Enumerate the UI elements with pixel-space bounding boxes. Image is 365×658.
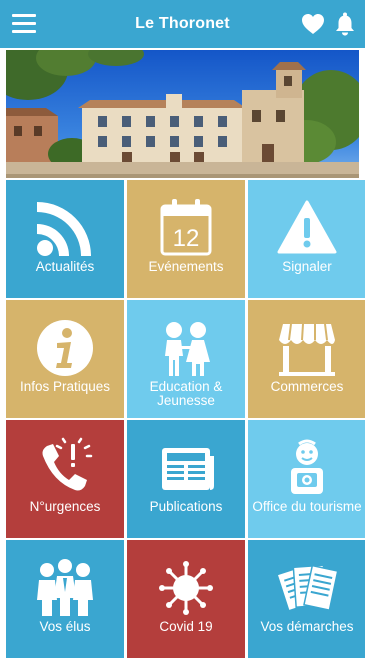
tile-label: Evénements [148,259,224,274]
emergency-phone-icon [42,437,93,491]
tile-evenements[interactable]: 12 Evénements [127,180,245,298]
menu-grid: Actualités 12 Evénements Signaler Infos … [6,180,365,658]
tile-label: Actualités [35,259,95,274]
hero-town-hall-photo [6,50,359,178]
virus-icon [159,561,213,615]
documents-icon [276,564,339,612]
tile-signaler[interactable]: Signaler [248,180,365,298]
tile-office-du-tourisme[interactable]: Office du tourisme [248,420,365,538]
tile-infos-pratiques[interactable]: Infos Pratiques [6,300,124,418]
warning-icon [277,200,337,254]
calendar-icon: 12 [160,199,212,256]
page-title: Le Thoronet [135,15,230,32]
tile-label: Publications [149,499,223,514]
tile-label: Office du tourisme [252,499,362,514]
tile-publications[interactable]: Publications [127,420,245,538]
tile-urgences[interactable]: N°urgences [6,420,124,538]
hamburger-menu-icon[interactable] [12,14,36,34]
top-bar: Le Thoronet [0,0,365,48]
tourist-icon [291,439,323,494]
app-screen: Le Thoronet Actualités 12 Evénements Sig… [0,0,365,658]
tile-label: Vos démarches [260,619,354,634]
children-icon [165,322,210,376]
newspaper-icon [162,448,214,490]
shop-icon [279,323,335,376]
calendar-day: 12 [173,225,200,252]
tile-label: Vos élus [39,619,91,634]
heart-icon[interactable] [301,13,325,35]
tile-label: N°urgences [29,499,101,514]
tile-commerces[interactable]: Commerces [248,300,365,418]
tile-label: Commerces [270,379,344,394]
elected-officials-icon [37,559,93,616]
tile-label: Infos Pratiques [19,379,111,394]
tile-vos-elus[interactable]: Vos élus [6,540,124,658]
bell-icon[interactable] [334,12,356,36]
tile-label: Signaler [282,259,332,274]
tile-covid-19[interactable]: Covid 19 [127,540,245,658]
tile-actualites[interactable]: Actualités [6,180,124,298]
tile-label: Covid 19 [159,619,213,634]
tile-label: Education & Jeunesse [149,379,223,408]
tile-education-jeunesse[interactable]: Education & Jeunesse [127,300,245,418]
rss-feed-icon [37,202,91,256]
info-icon [37,320,93,376]
tile-vos-demarches[interactable]: Vos démarches [248,540,365,658]
